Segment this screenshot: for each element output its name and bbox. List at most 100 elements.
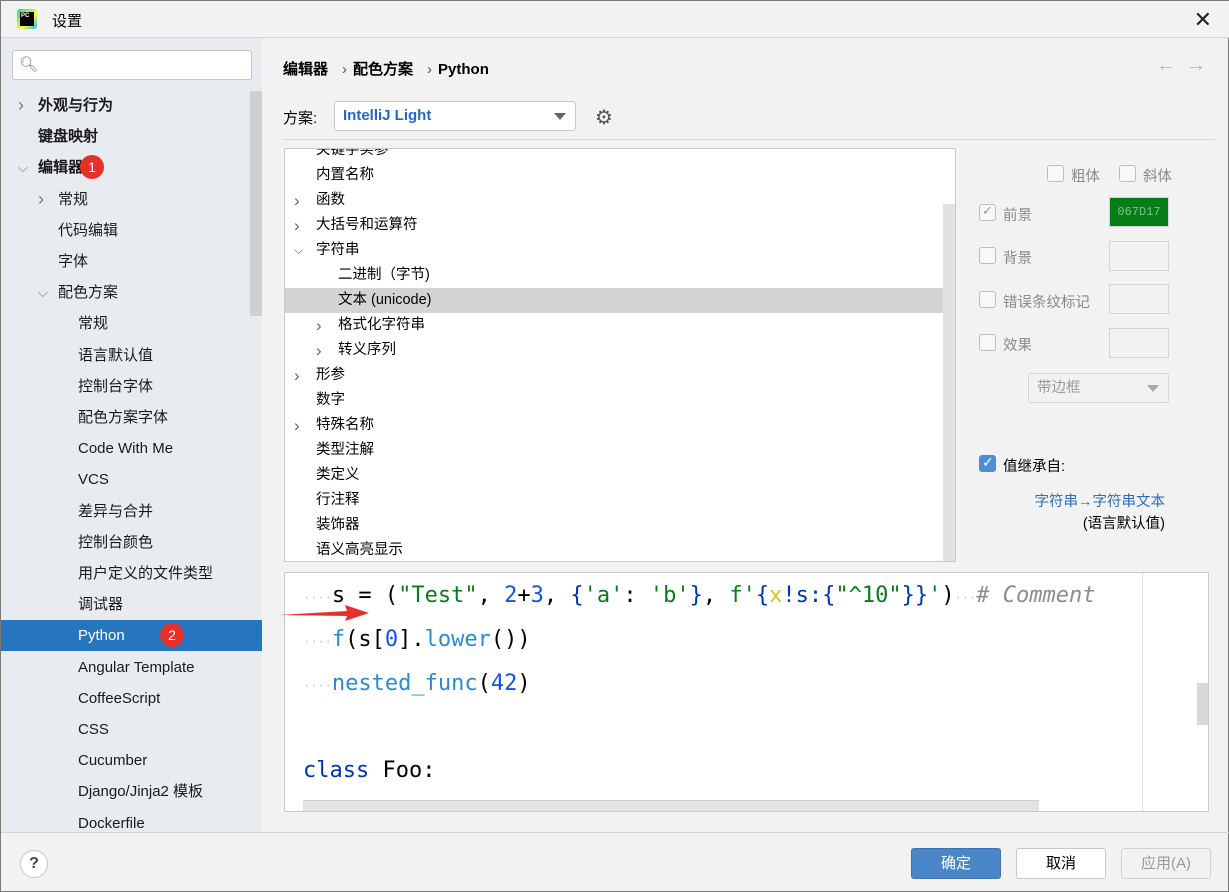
sidebar-item[interactable]: 配色方案字体 (1, 402, 262, 433)
tree-item[interactable]: 关键字实参 (285, 149, 943, 163)
italic-label: 斜体 (1143, 169, 1172, 185)
window-title: 设置 (52, 13, 83, 30)
help-button[interactable]: ? (20, 850, 48, 878)
sidebar-item[interactable]: › 常规 (1, 184, 262, 215)
annotation-badge: 2 (160, 623, 184, 648)
inherit-checkbox[interactable] (979, 454, 996, 472)
tree-item[interactable]: › 特殊名称 (285, 413, 943, 438)
sidebar-item[interactable]: 控制台字体 (1, 371, 262, 402)
sidebar-item[interactable]: Angular Template (1, 652, 262, 683)
chevron-right-icon[interactable]: › (316, 313, 322, 338)
sidebar-item-label: CoffeeScript (78, 689, 161, 707)
effect-type-value: 带边框 (1037, 380, 1081, 396)
chevron-right-icon[interactable]: › (294, 188, 300, 213)
sidebar-item-label: 控制台字体 (78, 377, 154, 395)
breadcrumb-item[interactable]: 配色方案 (353, 61, 413, 78)
sidebar-item[interactable]: Python 2 (1, 620, 262, 652)
tree-item[interactable]: 装饰器 (285, 513, 943, 538)
sidebar-item-label: 用户定义的文件类型 (78, 565, 214, 582)
right-margin-guide (1142, 573, 1143, 811)
chevron-down-icon[interactable]: ⌵ (18, 152, 28, 183)
code-preview[interactable]: ····s = ("Test", 2+3, {'a': 'b'}, f'{x!s… (284, 572, 1209, 812)
bold-checkbox[interactable] (1047, 165, 1064, 182)
sidebar-item[interactable]: 语言默认值 (1, 340, 262, 371)
cancel-button[interactable]: 取消 (1016, 848, 1106, 879)
back-arrow-icon[interactable]: ← (1156, 54, 1186, 76)
tree-item[interactable]: 内置名称 (285, 163, 943, 188)
sidebar-item-label: 常规 (58, 190, 89, 208)
tree-item[interactable]: › 格式化字符串 (285, 313, 943, 338)
sidebar-item-label: 配色方案 (58, 284, 119, 302)
sidebar-item[interactable]: 常规 (1, 308, 262, 339)
tree-item[interactable]: 二进制（字节) (285, 263, 943, 288)
tree-item-label: 函数 (316, 192, 345, 208)
scheme-label: 方案: (283, 110, 318, 127)
background-color-swatch[interactable] (1109, 241, 1169, 271)
code-scrollbar[interactable] (1197, 683, 1208, 725)
code-line: class Foo: (303, 758, 436, 783)
breadcrumb-item[interactable]: 编辑器 (283, 61, 328, 78)
ok-button[interactable]: 确定 (911, 848, 1001, 879)
sidebar-item[interactable]: › 外观与行为 (1, 90, 262, 121)
tree-scrollbar[interactable] (943, 204, 955, 561)
gear-icon[interactable]: ⚙ (595, 105, 613, 130)
italic-checkbox[interactable] (1119, 165, 1136, 182)
tree-item[interactable]: ⌵ 字符串 (285, 238, 943, 263)
divider (283, 139, 1215, 140)
sidebar-item[interactable]: CSS (1, 714, 262, 745)
chevron-right-icon[interactable]: › (294, 363, 300, 388)
chevron-right-icon[interactable]: › (316, 338, 322, 363)
effect-type-dropdown[interactable]: 带边框 (1028, 373, 1169, 403)
inherit-source-note: (语言默认值) (1082, 516, 1165, 532)
sidebar-item[interactable]: Dockerfile (1, 808, 262, 839)
chevron-right-icon[interactable]: › (18, 90, 24, 121)
sidebar-item[interactable]: ⌵ 编辑器 1 (1, 152, 262, 183)
effects-color-swatch[interactable] (1109, 328, 1169, 358)
tree-item[interactable]: › 函数 (285, 188, 943, 213)
search-icon: 🔍︎ (19, 56, 39, 73)
forward-arrow-icon[interactable]: → (1186, 54, 1216, 76)
tree-item[interactable]: 语义高亮显示 (285, 538, 943, 561)
sidebar-item[interactable]: ⌵ 配色方案 (1, 277, 262, 308)
tree-item[interactable]: 类定义 (285, 463, 943, 488)
tree-item[interactable]: 文本 (unicode) (285, 288, 955, 313)
chevron-right-icon[interactable]: › (294, 213, 300, 238)
effects-label: 效果 (1003, 338, 1032, 354)
sidebar-item[interactable]: 代码编辑 (1, 215, 262, 246)
sidebar-item[interactable]: 键盘映射 (1, 121, 262, 152)
chevron-right-icon[interactable]: › (294, 413, 300, 438)
tree-item[interactable]: › 大括号和运算符 (285, 213, 943, 238)
foreground-checkbox[interactable] (979, 203, 996, 221)
sidebar-item[interactable]: 控制台颜色 (1, 527, 262, 558)
sidebar-item[interactable]: 字体 (1, 246, 262, 277)
tree-item[interactable]: 行注释 (285, 488, 943, 513)
scheme-dropdown[interactable]: IntelliJ Light (334, 101, 576, 131)
tree-item[interactable]: 数字 (285, 388, 943, 413)
foreground-color-swatch[interactable]: 067D17 (1109, 197, 1169, 227)
sidebar-item[interactable]: 用户定义的文件类型 (1, 558, 262, 589)
apply-button[interactable]: 应用(A) (1121, 848, 1211, 879)
tree-item-label: 类定义 (316, 467, 360, 483)
sidebar-item[interactable]: VCS (1, 464, 262, 495)
sidebar-item-label: VCS (78, 471, 109, 489)
inherit-source-link[interactable]: 字符串→字符串文本 (1035, 490, 1166, 511)
sidebar-item[interactable]: Django/Jinja2 模板 (1, 776, 262, 807)
tree-item[interactable]: › 形参 (285, 363, 943, 388)
chevron-down-icon[interactable]: ⌵ (38, 277, 48, 308)
background-checkbox[interactable] (979, 247, 996, 264)
chevron-right-icon[interactable]: › (38, 184, 44, 215)
sidebar-item[interactable]: CoffeeScript (1, 683, 262, 714)
effects-checkbox[interactable] (979, 334, 996, 351)
close-icon[interactable]: ✕ (1194, 7, 1212, 33)
sidebar-item-label: Angular Template (78, 658, 195, 676)
sidebar-item[interactable]: Cucumber (1, 745, 262, 776)
error-stripe-checkbox[interactable] (979, 291, 996, 308)
sidebar-item[interactable]: 调试器 (1, 589, 262, 620)
tree-item[interactable]: › 转义序列 (285, 338, 943, 363)
error-stripe-color-swatch[interactable] (1109, 284, 1169, 314)
sidebar-item[interactable]: Code With Me (1, 433, 262, 464)
tree-item[interactable]: 类型注解 (285, 438, 943, 463)
sidebar-item[interactable]: 差异与合并 (1, 496, 262, 527)
search-input[interactable]: 🔍︎ (12, 50, 252, 80)
chevron-down-icon[interactable]: ⌵ (294, 238, 303, 263)
